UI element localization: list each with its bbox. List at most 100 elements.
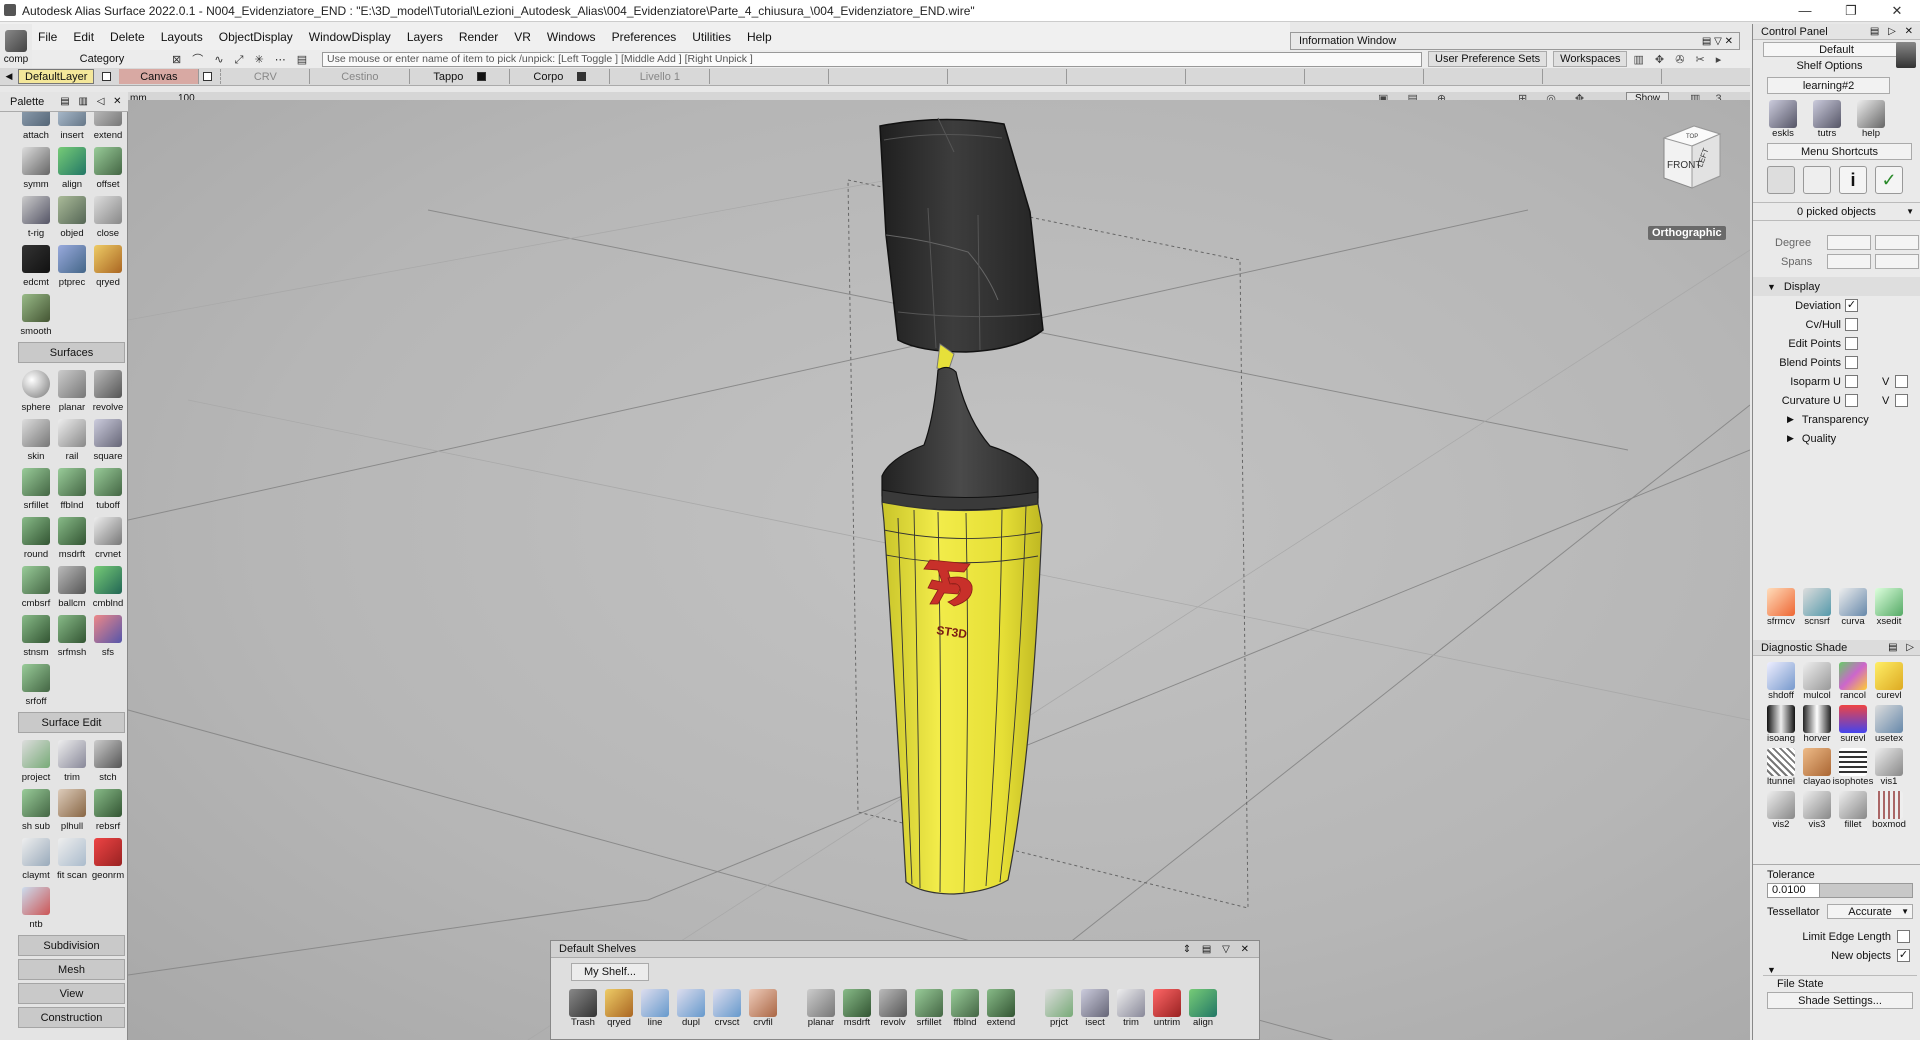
diag-shdoff[interactable]: shdoff [1763,662,1799,701]
curvature-v-checkbox[interactable] [1895,394,1909,407]
shelf-tool-dupl[interactable]: dupl [673,989,709,1028]
tool-planar[interactable]: planar [54,366,90,415]
shelf-tool-prjct[interactable]: prjct [1041,989,1077,1028]
tool-attach[interactable]: attach [18,112,54,143]
diag-vis1[interactable]: vis1 [1871,748,1907,787]
tolerance-value[interactable]: 0.0100 [1768,884,1820,897]
workspaces-button[interactable]: Workspaces [1553,51,1628,67]
tool-fit-scan[interactable]: fit scan [54,834,90,883]
tool-skin[interactable]: skin [18,415,54,464]
user-preference-sets-button[interactable]: User Preference Sets [1428,51,1548,67]
diagnostic-shade-icons[interactable]: ▤ ▷ [1888,642,1920,653]
tool-tuboff[interactable]: tuboff [90,464,126,513]
layout-icon[interactable] [1803,166,1831,194]
diag-rancol[interactable]: rancol [1835,662,1871,701]
tool-revolve[interactable]: revolve [90,366,126,415]
degree-field-v[interactable] [1875,235,1919,250]
layer-canvas-color[interactable] [203,72,213,81]
menu-file[interactable]: File [30,30,65,44]
tool-symm[interactable]: symm [18,143,54,192]
diag-boxmod[interactable]: boxmod [1871,791,1907,830]
layer-corpo[interactable]: Corpo [510,69,611,84]
grid-icon[interactable] [1767,166,1795,194]
quality-row[interactable]: ▶ Quality [1753,429,1920,448]
tool-offset[interactable]: offset [90,143,126,192]
section-subdivision[interactable]: Subdivision [18,935,125,956]
tool-smooth[interactable]: smooth [18,290,54,339]
info-window-controls[interactable]: ▤ ▽ ✕ [1702,36,1739,47]
shelf-tool-help[interactable]: help [1853,100,1889,139]
shelf-options-button[interactable]: Shelf Options [1763,58,1896,73]
shelf-tool-isect[interactable]: isect [1077,989,1113,1028]
menu-delete[interactable]: Delete [102,30,153,44]
tool-ntb[interactable]: ntb [18,883,54,932]
tool-round[interactable]: round [18,513,54,562]
tool-sh-sub[interactable]: sh sub [18,785,54,834]
isoparm-u-checkbox[interactable] [1845,375,1858,388]
new-objects-checkbox[interactable]: ✓ [1897,949,1910,962]
shelf-tool-crvsct[interactable]: crvsct [709,989,745,1028]
diag-mulcol[interactable]: mulcol [1799,662,1835,701]
information-window-bar[interactable]: Information Window ▤ ▽ ✕ [1290,32,1740,50]
tool-sphere[interactable]: sphere [18,366,54,415]
shelf-tool-extend[interactable]: extend [983,989,1019,1028]
diag-surevl[interactable]: surevl [1835,705,1871,744]
minimize-button[interactable]: — [1782,3,1828,19]
diag-usetex[interactable]: usetex [1871,705,1907,744]
menu-windowdisplay[interactable]: WindowDisplay [301,30,399,44]
shelf-header-icons[interactable]: ⇕ ▤ ▽ ✕ [1183,944,1259,955]
limit-edge-checkbox[interactable] [1897,930,1910,943]
shelf-tool-srfillet[interactable]: srfillet [911,989,947,1028]
tool-srfillet[interactable]: srfillet [18,464,54,513]
tool-plhull[interactable]: plhull [54,785,90,834]
menu-render[interactable]: Render [451,30,506,44]
transparency-row[interactable]: ▶ Transparency [1753,410,1920,429]
diag-vis2[interactable]: vis2 [1763,791,1799,830]
tool-project[interactable]: project [18,736,54,785]
diag-curevl[interactable]: curevl [1871,662,1907,701]
picked-objects-bar[interactable]: 0 picked objects ▼ [1753,202,1920,221]
cvhull-checkbox[interactable] [1845,318,1858,331]
menu-layers[interactable]: Layers [399,30,451,44]
curvature-u-checkbox[interactable] [1845,394,1858,407]
tool-sfrmcv[interactable]: sfrmcv [1763,588,1799,627]
tool-insert[interactable]: insert [54,112,90,143]
blend-points-checkbox[interactable] [1845,356,1858,369]
menu-objectdisplay[interactable]: ObjectDisplay [211,30,301,44]
display-section-header[interactable]: ▼ Display [1753,277,1920,296]
tool-sfs[interactable]: sfs [90,611,126,660]
spans-field-u[interactable] [1827,254,1871,269]
control-panel-icons[interactable]: ▤ ▷ ✕ [1870,26,1920,37]
menu-windows[interactable]: Windows [539,30,604,44]
tool-edcmt[interactable]: edcmt [18,241,54,290]
close-button[interactable]: ✕ [1874,3,1920,19]
shade-settings-button[interactable]: Shade Settings... [1767,992,1913,1009]
tool-claymt[interactable]: claymt [18,834,54,883]
shelf-tool-planar[interactable]: planar [803,989,839,1028]
diag-clayao[interactable]: clayao [1799,748,1835,787]
check-icon[interactable]: ✓ [1875,166,1903,194]
shelf-tool-eskls[interactable]: eskls [1765,100,1801,139]
tessellator-dropdown[interactable]: Accurate ▼ [1827,904,1913,919]
layer-crv[interactable]: CRV [220,69,311,84]
layer-livello1[interactable]: Livello 1 [610,69,711,84]
layer-tappo[interactable]: Tappo [410,69,511,84]
degree-field-u[interactable] [1827,235,1871,250]
section-surface-edit[interactable]: Surface Edit [18,712,125,733]
shelf-tool-crvfil[interactable]: crvfil [745,989,781,1028]
layer-default[interactable]: DefaultLayer [18,69,95,84]
edit-points-checkbox[interactable] [1845,337,1858,350]
collapse-icon[interactable]: ▼ [1753,965,1920,975]
tool-close[interactable]: close [90,192,126,241]
shelf-tool-ffblnd[interactable]: ffblnd [947,989,983,1028]
tool-msdrft[interactable]: msdrft [54,513,90,562]
menu-layouts[interactable]: Layouts [153,30,211,44]
menu-preferences[interactable]: Preferences [604,30,685,44]
tool-ptprec[interactable]: ptprec [54,241,90,290]
tool-extend[interactable]: extend [90,112,126,143]
shelf-tool-line[interactable]: line [637,989,673,1028]
shelf-tool-tutrs[interactable]: tutrs [1809,100,1845,139]
pick-tools[interactable]: ⊠ ⌒ ∿ ⤢ ✳ ⋯ ▤ [172,51,322,67]
section-mesh[interactable]: Mesh [18,959,125,980]
diag-horver[interactable]: horver [1799,705,1835,744]
